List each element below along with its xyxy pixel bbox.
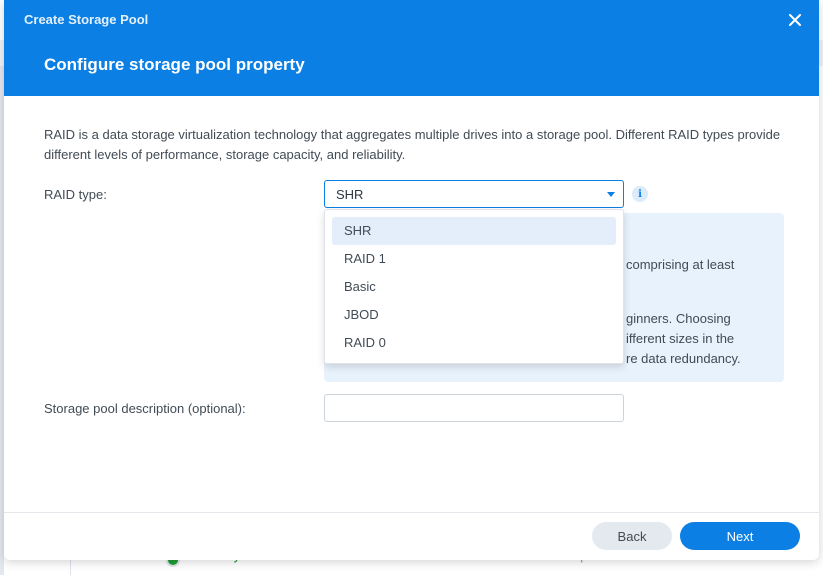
info-icon[interactable]: i [632,186,648,202]
info-text-line: ifferent sizes in the [626,331,735,346]
raid-type-label: RAID type: [44,187,107,202]
back-button[interactable]: Back [592,522,672,550]
raid-option-raid-1[interactable]: RAID 1 [332,245,616,273]
dialog-header: Create Storage Pool Configure storage po… [4,0,819,96]
step-title: Configure storage pool property [44,55,305,74]
raid-type-dropdown: SHR RAID 1 Basic JBOD RAID 0 [324,209,624,364]
raid-option-raid-0[interactable]: RAID 0 [332,329,616,357]
create-storage-pool-dialog: Create Storage Pool Configure storage po… [4,0,819,560]
chevron-down-icon [607,192,615,197]
info-text-line: ginners. Choosing [626,311,731,326]
raid-type-select[interactable]: SHR [324,180,624,208]
description-input[interactable] [324,394,624,422]
info-text-line: re data redundancy. [626,351,741,366]
footer-divider [4,512,819,513]
next-button[interactable]: Next [680,522,800,550]
info-text-line: comprising at least [626,257,735,272]
description-label: Storage pool description (optional): [44,401,246,416]
intro-text: RAID is a data storage virtualization te… [44,127,781,162]
raid-type-value: SHR [336,186,364,202]
dialog-title: Create Storage Pool [24,12,149,27]
raid-option-basic[interactable]: Basic [332,273,616,301]
close-button[interactable] [785,10,805,30]
close-icon [789,14,801,26]
raid-option-shr[interactable]: SHR [332,217,616,245]
raid-option-jbod[interactable]: JBOD [332,301,616,329]
